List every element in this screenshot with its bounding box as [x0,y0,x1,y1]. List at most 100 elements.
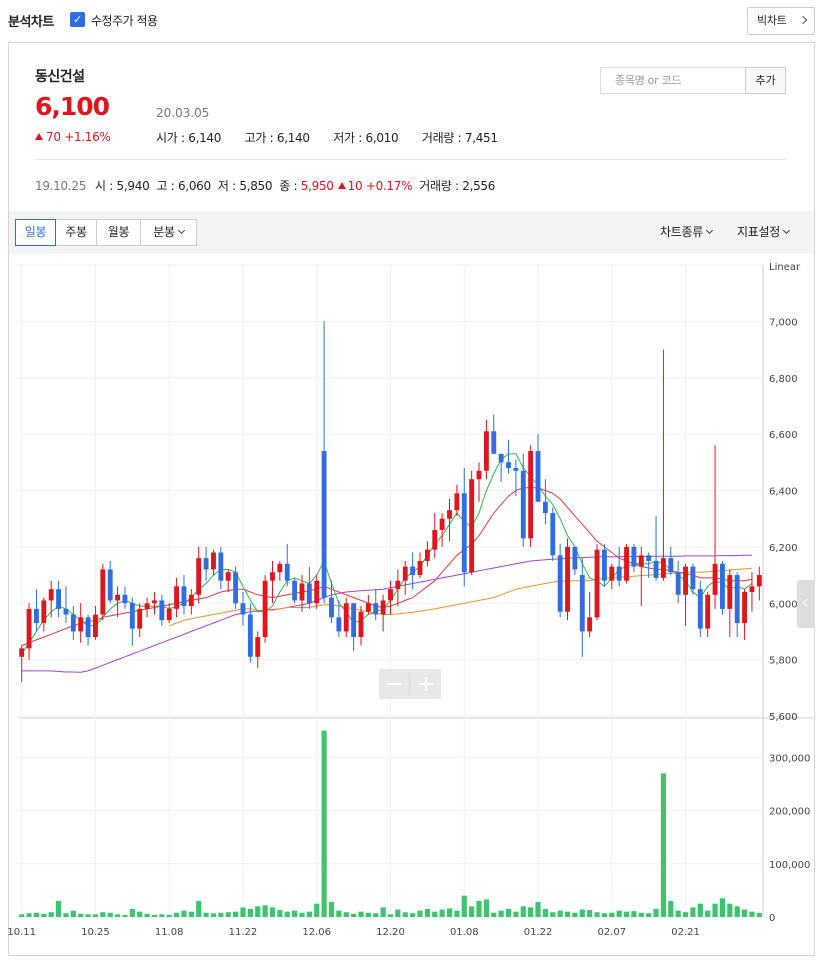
volume-bar[interactable] [262,905,268,917]
volume-bar[interactable] [210,913,217,917]
volume-bar[interactable] [660,773,667,917]
volume-bar[interactable] [328,902,335,917]
volume-bar[interactable] [196,901,202,917]
volume-bar[interactable] [284,911,290,917]
volume-bar[interactable] [321,730,327,917]
candle-body[interactable] [115,594,121,601]
candle-body[interactable] [211,552,216,570]
candle-body[interactable] [424,549,430,561]
volume-bar[interactable] [601,913,607,917]
volume-bar[interactable] [343,912,349,917]
volume-bar[interactable] [505,909,512,917]
candle-body[interactable] [712,563,718,595]
volume-bar[interactable] [609,912,615,917]
candle-body[interactable] [498,453,504,463]
candle-body[interactable] [454,493,460,511]
candle-body[interactable] [174,586,180,609]
candle-body[interactable] [476,470,482,480]
volume-bar[interactable] [137,911,143,917]
candle-body[interactable] [417,560,423,576]
volume-bar[interactable] [749,911,755,917]
candle-body[interactable] [321,451,327,598]
volume-bar[interactable] [174,912,180,917]
volume-bar[interactable] [653,909,659,917]
candle-body[interactable] [587,617,593,632]
candle-body[interactable] [41,600,47,623]
candle-body[interactable] [343,603,349,632]
candle-body[interactable] [535,451,541,502]
volume-bar[interactable] [107,912,113,917]
candle-body[interactable] [262,580,268,638]
volume-bar[interactable] [402,912,408,917]
candle-body[interactable] [306,583,312,604]
volume-bar[interactable] [446,908,453,917]
candle-body[interactable] [756,575,762,587]
candle-body[interactable] [447,510,452,519]
volume-bar[interactable] [48,912,54,917]
volume-bar[interactable] [542,909,548,917]
volume-bar[interactable] [587,910,593,917]
volume-bar[interactable] [734,906,740,917]
candle-body[interactable] [616,566,622,581]
candle-body[interactable] [85,617,91,638]
candle-body[interactable] [299,583,305,601]
candle-body[interactable] [314,580,320,604]
candle-body[interactable] [365,603,371,612]
candle-body[interactable] [469,479,475,573]
candle-body[interactable] [557,555,563,612]
candle-body[interactable] [432,529,438,550]
volume-bar[interactable] [365,912,371,917]
candle-body[interactable] [734,575,740,623]
volume-bar[interactable] [461,895,467,917]
candle-body[interactable] [225,572,231,581]
volume-bar[interactable] [528,907,534,917]
volume-bar[interactable] [520,906,526,917]
candle-body[interactable] [410,566,416,576]
volume-bar[interactable] [550,912,556,917]
candle-body[interactable] [483,431,489,471]
volume-bar[interactable] [756,913,762,917]
candle-body[interactable] [270,572,275,581]
candle-body[interactable] [137,608,143,629]
volume-bar[interactable] [144,913,150,917]
volume-bar[interactable] [417,910,423,917]
volume-bar[interactable] [638,912,644,917]
candle-body[interactable] [601,549,607,581]
volume-bar[interactable] [277,910,283,917]
candle-body[interactable] [668,558,674,573]
volume-bar[interactable] [19,914,25,917]
volume-bar[interactable] [727,903,733,917]
candle-body[interactable] [579,575,585,632]
volume-bar[interactable] [70,910,76,917]
volume-bar[interactable] [564,911,571,917]
volume-bar[interactable] [166,914,172,917]
candle-body[interactable] [26,608,32,649]
volume-bar[interactable] [114,914,121,917]
zoom-out-icon[interactable] [387,683,401,685]
side-panel-toggle[interactable] [797,580,815,628]
candle-body[interactable] [129,603,135,629]
candle-body[interactable] [513,467,519,471]
volume-bar[interactable] [513,911,519,917]
candle-body[interactable] [107,569,113,601]
candle-body[interactable] [542,501,548,514]
volume-bar[interactable] [646,913,652,917]
candle-body[interactable] [152,600,157,604]
volume-bar[interactable] [314,903,320,917]
volume-bar[interactable] [26,913,32,917]
candle-body[interactable] [34,608,39,623]
volume-bar[interactable] [336,910,342,917]
volume-bar[interactable] [387,914,394,917]
volume-bar[interactable] [240,907,246,917]
candle-body[interactable] [196,558,202,595]
volume-bar[interactable] [476,901,482,917]
volume-bar[interactable] [483,899,489,917]
volume-bar[interactable] [233,911,239,917]
candle-body[interactable] [122,594,128,604]
volume-bar[interactable] [668,901,674,917]
candle-body[interactable] [697,589,703,629]
candle-body[interactable] [506,462,511,468]
candle-body[interactable] [653,560,659,578]
candle-body[interactable] [373,603,379,615]
candle-body[interactable] [550,513,556,556]
